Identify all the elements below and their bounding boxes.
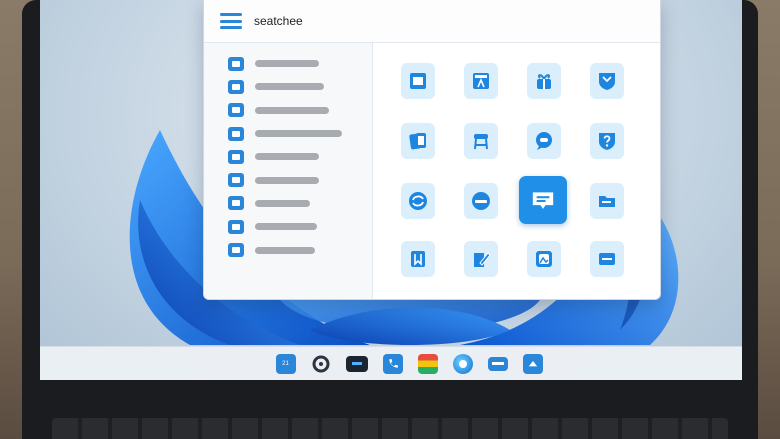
sidebar-item-placeholder bbox=[255, 60, 319, 68]
cloud-icon bbox=[228, 103, 244, 118]
keyboard-tile[interactable] bbox=[590, 241, 624, 277]
message-icon bbox=[532, 192, 554, 209]
sidebar-item-9[interactable] bbox=[228, 238, 372, 261]
calendar-icon[interactable]: 21 bbox=[275, 353, 296, 374]
sidebar-item-4[interactable] bbox=[228, 122, 372, 145]
store-icon[interactable] bbox=[522, 353, 543, 374]
sidebar-item-1[interactable] bbox=[228, 52, 372, 75]
sidebar-item-placeholder bbox=[255, 106, 329, 114]
sidebar-item-placeholder bbox=[255, 223, 317, 231]
chat-bubble-icon bbox=[536, 132, 552, 150]
hamburger-menu-icon[interactable] bbox=[220, 13, 242, 29]
edit-icon bbox=[474, 252, 491, 267]
sidebar-item-placeholder bbox=[255, 246, 315, 254]
browser-tile[interactable] bbox=[464, 183, 498, 219]
calculator-icon bbox=[473, 73, 489, 89]
book-tile[interactable] bbox=[401, 241, 435, 277]
shield-tile[interactable] bbox=[590, 63, 624, 99]
edit-tile[interactable] bbox=[464, 241, 498, 277]
media-icon bbox=[228, 219, 244, 234]
stool-icon bbox=[474, 134, 488, 150]
grid-icon bbox=[228, 173, 244, 188]
window-title: seatchee bbox=[254, 14, 303, 28]
help-shield-icon bbox=[599, 133, 615, 150]
taskbar: 21 bbox=[40, 346, 742, 380]
sidebar-item-placeholder bbox=[255, 153, 319, 161]
phone-icon[interactable] bbox=[382, 353, 403, 374]
cards-tile[interactable] bbox=[401, 123, 435, 159]
keyboard-icon bbox=[599, 253, 615, 265]
sync-icon bbox=[409, 192, 427, 210]
sidebar bbox=[204, 43, 373, 299]
app-grid bbox=[373, 43, 660, 299]
gift-icon bbox=[537, 74, 551, 89]
stool-tile[interactable] bbox=[464, 123, 498, 159]
help-shield-tile[interactable] bbox=[590, 123, 624, 159]
window-icon bbox=[410, 73, 426, 89]
terminal-icon[interactable] bbox=[345, 355, 368, 372]
laptop-keyboard bbox=[52, 418, 728, 439]
folder-tile[interactable] bbox=[590, 183, 624, 219]
window-titlebar: seatchee bbox=[204, 0, 660, 43]
window-tile[interactable] bbox=[401, 63, 435, 99]
sync-tile[interactable] bbox=[401, 183, 435, 219]
sidebar-item-8[interactable] bbox=[228, 215, 372, 238]
calendar-day-label: 21 bbox=[282, 360, 289, 367]
sidebar-item-placeholder bbox=[255, 83, 324, 91]
shield-icon bbox=[599, 73, 615, 90]
sidebar-item-5[interactable] bbox=[228, 145, 372, 168]
sidebar-item-placeholder bbox=[255, 130, 342, 138]
files-icon[interactable] bbox=[417, 353, 438, 374]
explorer-icon[interactable] bbox=[487, 356, 508, 371]
gift-tile[interactable] bbox=[527, 63, 561, 99]
calculator-tile[interactable] bbox=[464, 63, 498, 99]
message-tile-selected[interactable] bbox=[519, 176, 567, 224]
sidebar-item-placeholder bbox=[255, 199, 310, 207]
sidebar-item-3[interactable] bbox=[228, 99, 372, 122]
photo-icon bbox=[536, 251, 552, 267]
app-window: seatchee bbox=[203, 0, 661, 300]
edge-icon[interactable] bbox=[452, 353, 473, 374]
folder-icon bbox=[599, 196, 615, 207]
document-icon bbox=[228, 243, 244, 258]
chat-bubble-tile[interactable] bbox=[527, 123, 561, 159]
flag-icon bbox=[228, 196, 244, 211]
cards-icon bbox=[409, 133, 426, 150]
search-icon[interactable] bbox=[311, 354, 331, 374]
book-icon bbox=[411, 251, 425, 267]
app-icon bbox=[228, 56, 244, 71]
mail-icon bbox=[228, 126, 244, 141]
folder-icon bbox=[228, 79, 244, 94]
sidebar-item-6[interactable] bbox=[228, 168, 372, 191]
sidebar-item-2[interactable] bbox=[228, 75, 372, 98]
desktop-screen: seatchee 21 bbox=[40, 0, 742, 380]
window-body bbox=[204, 43, 660, 299]
photo-tile[interactable] bbox=[527, 241, 561, 277]
browser-icon bbox=[472, 192, 490, 210]
sidebar-item-placeholder bbox=[255, 176, 319, 184]
sidebar-item-7[interactable] bbox=[228, 192, 372, 215]
note-icon bbox=[228, 149, 244, 164]
